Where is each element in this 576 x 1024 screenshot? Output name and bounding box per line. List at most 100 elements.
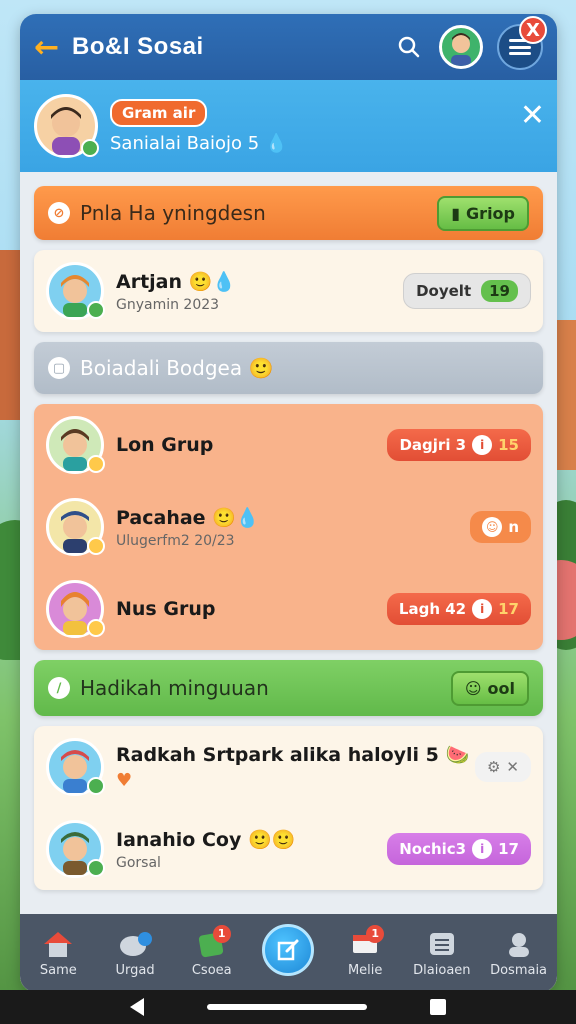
pill-count: 19 [481, 280, 518, 302]
search-icon[interactable] [389, 27, 429, 67]
avatar [46, 580, 105, 638]
status-pill[interactable]: Doyelt 19 [403, 273, 531, 309]
section-title: Pnla Ha yningdesn [80, 201, 266, 225]
contact-name: Nus Grup [116, 598, 216, 620]
contact-name: Pacahae 🙂💧 [116, 506, 260, 529]
info-icon: i [472, 599, 493, 619]
gear-icon: ⚙ [486, 758, 501, 776]
top-app-bar: ← Bo&I Sosai X [20, 14, 557, 80]
status-pill[interactable]: ☺ n [470, 511, 531, 543]
contact-name: Artjan 🙂💧 [116, 270, 236, 293]
pill-label: Lagh 42 [398, 600, 467, 618]
user-avatar[interactable] [439, 25, 483, 69]
pill-label: Nochic3 [399, 840, 467, 858]
nav-label: Urgad [115, 962, 155, 978]
back-arrow-icon[interactable]: ← [34, 30, 72, 65]
app-window: ← Bo&I Sosai X Gram air Sanialai Baiojo … [20, 14, 557, 992]
section-header-badges[interactable]: ▢ Boiadali Bodgea 🙂 [34, 342, 543, 394]
profile-avatar[interactable] [34, 94, 99, 158]
online-status-icon [87, 777, 105, 795]
status-pill[interactable]: Nochic3 i 17 [387, 833, 531, 865]
group-button[interactable]: ▮ Griop [437, 195, 529, 231]
section-title: Boiadali Bodgea 🙂 [80, 356, 274, 380]
nav-item-list[interactable]: Dlaioaen [411, 929, 473, 978]
leaf-icon: ∕ [48, 677, 70, 699]
nav-item-profile[interactable]: Dosmaia [488, 929, 550, 978]
checkbox-icon: ▢ [48, 357, 70, 379]
list-item[interactable]: Radkah Srtpark alika haloyli 5 🍉 ♥ ⚙ ✕ [34, 726, 543, 808]
nav-label: Dlaioaen [413, 962, 471, 978]
system-navigation-bar [0, 990, 576, 1024]
pencil-icon: ⊘ [48, 202, 70, 224]
menu-button[interactable]: X [497, 16, 547, 70]
emoji-button[interactable]: ☺ ool [450, 670, 529, 706]
pill-count: 17 [498, 600, 519, 618]
profile-status-pill[interactable]: Gram air [110, 98, 208, 127]
contact-name: Ianahio Coy 🙂🙂 [116, 828, 296, 851]
avatar [46, 498, 105, 556]
system-recents-icon[interactable] [430, 999, 446, 1015]
nav-item-mail[interactable]: 1 Melie [334, 924, 396, 978]
contact-name: Radkah Srtpark alika haloyli 5 🍉 [116, 744, 470, 766]
chat-icon [118, 929, 153, 959]
list-card: Artjan 🙂💧 Gnyamin 2023 Doyelt 19 [34, 250, 543, 332]
online-status-icon [81, 139, 99, 157]
list-item[interactable]: Pacahae 🙂💧 Ulugerfm2 20/23 ☺ n [34, 486, 543, 568]
info-icon: i [472, 839, 493, 859]
contact-subtitle: Gorsal [116, 854, 161, 871]
avatar [46, 738, 105, 796]
home-icon [41, 929, 75, 959]
nav-item-chat[interactable]: Urgad [104, 929, 166, 978]
nav-item-quests[interactable]: 1 Csoea [181, 924, 243, 978]
edit-icon[interactable] [262, 924, 315, 976]
contact-subtitle: Ulugerfm2 20/23 [116, 532, 235, 549]
status-pill[interactable]: Dagjri 3 i 15 [387, 429, 531, 461]
heart-icon: ♥ [116, 770, 133, 791]
list-card: Lon Grup Dagjri 3 i 15 Pacahae 🙂💧 Uluger… [34, 404, 543, 650]
section-header-groups[interactable]: ⊘ Pnla Ha yningdesn ▮ Griop [34, 186, 543, 240]
list-item[interactable]: Artjan 🙂💧 Gnyamin 2023 Doyelt 19 [34, 250, 543, 332]
main-content: ⊘ Pnla Ha yningdesn ▮ Griop Artjan 🙂💧 Gn… [20, 172, 557, 992]
pill-count: 17 [498, 840, 519, 858]
nav-label: Csoea [191, 962, 232, 978]
pill-label: Dagjri 3 [399, 436, 467, 454]
emoji-button-label: ool [487, 678, 515, 698]
group-icon: ▮ [451, 203, 461, 223]
status-pill[interactable]: ⚙ ✕ [474, 752, 531, 782]
group-button-label: Griop [466, 203, 515, 223]
profile-icon [502, 929, 536, 959]
status-icon [87, 537, 105, 555]
avatar [46, 416, 105, 474]
emoji-icon: ☺ [482, 517, 503, 537]
list-icon [425, 929, 459, 959]
system-back-icon[interactable] [130, 998, 144, 1016]
pill-count: 15 [498, 436, 519, 454]
contact-subtitle: Gnyamin 2023 [116, 296, 220, 313]
nav-label: Same [39, 962, 77, 978]
nav-label: Melie [347, 962, 383, 978]
list-item[interactable]: Nus Grup Lagh 42 i 17 [34, 568, 543, 650]
app-title: Bo&I Sosai [72, 33, 204, 60]
list-item[interactable]: Ianahio Coy 🙂🙂 Gorsal Nochic3 i 17 [34, 808, 543, 890]
avatar [46, 820, 105, 878]
nav-item-home[interactable]: Same [27, 929, 89, 978]
bottom-nav: Same Urgad 1 Csoea 1 Melie Dlaioaen Dosm… [20, 914, 557, 992]
online-status-icon [87, 859, 105, 877]
system-home-bar[interactable] [207, 1004, 367, 1010]
profile-header: Gram air Sanialai Baiojo 5 💧 ✕ [20, 80, 557, 172]
pill-label: Doyelt [416, 282, 472, 300]
smiley-icon: ☺ [464, 678, 482, 698]
status-icon [87, 455, 105, 473]
contact-name: Lon Grup [116, 434, 214, 456]
nav-item-center[interactable] [257, 924, 319, 976]
profile-subtitle: Sanialai Baiojo 5 💧 [110, 132, 288, 154]
status-pill[interactable]: Lagh 42 i 17 [386, 593, 531, 625]
notification-badge: 1 [212, 924, 231, 943]
section-header-messages[interactable]: ∕ Hadikah minguuan ☺ ool [34, 660, 543, 716]
close-icon[interactable]: X [519, 16, 547, 44]
list-card: Radkah Srtpark alika haloyli 5 🍉 ♥ ⚙ ✕ I… [34, 726, 543, 890]
close-icon[interactable]: ✕ [520, 98, 545, 133]
list-item[interactable]: Lon Grup Dagjri 3 i 15 [34, 404, 543, 486]
section-title: Hadikah minguuan [80, 676, 269, 700]
pill-count: ✕ [506, 758, 519, 776]
